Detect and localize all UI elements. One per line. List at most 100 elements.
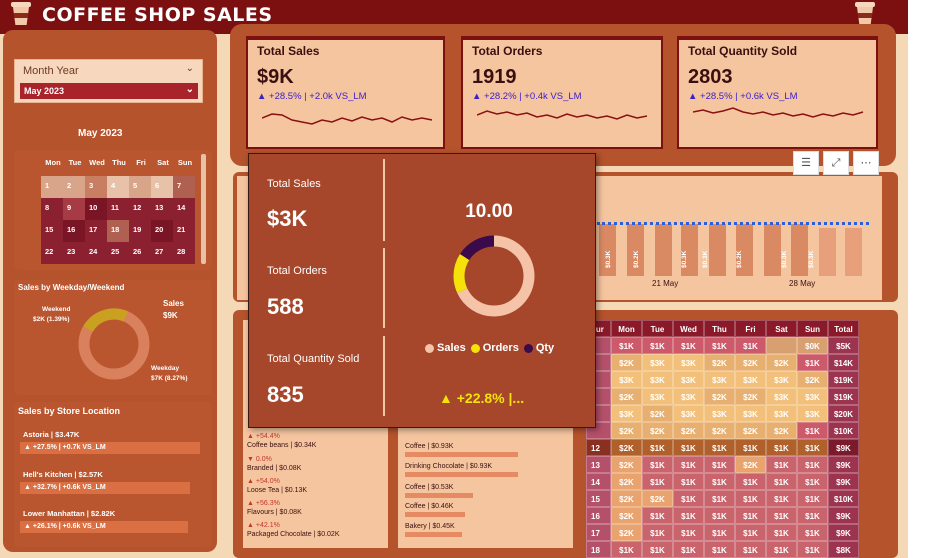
category-item[interactable]: ▲ +42.1% Packaged Chocolate | $0.02K — [247, 521, 340, 539]
legend-item[interactable]: Sales — [425, 342, 466, 354]
chart-bar[interactable] — [709, 224, 726, 276]
heatmap-cell[interactable]: $1K — [766, 456, 797, 473]
chart-bar[interactable] — [764, 224, 781, 276]
heatmap-cell[interactable]: $1K — [797, 507, 828, 524]
heatmap-cell[interactable]: $1K — [673, 337, 704, 354]
heatmap-cell[interactable]: $1K — [735, 507, 766, 524]
heatmap-cell[interactable]: $1K — [642, 456, 673, 473]
calendar-day[interactable]: 7 — [173, 176, 195, 198]
kpi-card-quantity[interactable]: Total Quantity Sold 2803 ▲ +28.5% | +0.6… — [677, 36, 878, 149]
heatmap-cell[interactable]: $3K — [735, 371, 766, 388]
heatmap-cell[interactable] — [766, 337, 797, 354]
heatmap-cell[interactable]: $9K — [828, 524, 859, 541]
heatmap-cell[interactable]: $1K — [673, 507, 704, 524]
heatmap-cell[interactable]: 14 — [586, 473, 611, 490]
heatmap-cell[interactable]: $10K — [828, 422, 859, 439]
heatmap-cell[interactable]: $3K — [673, 371, 704, 388]
calendar-day[interactable]: 2 — [63, 176, 85, 198]
heatmap-cell[interactable]: $1K — [766, 541, 797, 558]
heatmap-cell[interactable]: $2K — [642, 422, 673, 439]
heatmap-cell[interactable]: $2K — [704, 388, 735, 405]
calendar-day[interactable]: 21 — [173, 220, 195, 242]
heatmap-cell[interactable]: $3K — [673, 388, 704, 405]
heatmap-cell[interactable]: $3K — [611, 371, 642, 388]
heatmap-cell[interactable]: $2K — [642, 490, 673, 507]
calendar-day[interactable]: 25 — [107, 242, 129, 264]
heatmap-cell[interactable]: $1K — [797, 541, 828, 558]
heatmap-cell[interactable]: $1K — [766, 439, 797, 456]
calendar-day[interactable]: 20 — [151, 220, 173, 242]
calendar-day[interactable]: 13 — [151, 198, 173, 220]
heatmap-cell[interactable]: $1K — [704, 473, 735, 490]
calendar-day[interactable]: 23 — [63, 242, 85, 264]
chart-bar[interactable] — [845, 228, 862, 276]
heatmap-cell[interactable]: $2K — [797, 371, 828, 388]
focus-mode-icon[interactable]: ⤢ — [823, 151, 849, 175]
store-item[interactable]: Astoria | $3.47K ▲ +27.5% | +0.7k VS_LM — [20, 430, 200, 454]
heatmap-cell[interactable]: $2K — [704, 354, 735, 371]
calendar-day[interactable]: 24 — [85, 242, 107, 264]
store-item[interactable]: Lower Manhattan | $2.82K ▲ +26.1% | +0.6… — [20, 509, 200, 533]
store-item[interactable]: Hell's Kitchen | $2.57K ▲ +32.7% | +0.6k… — [20, 470, 200, 494]
heatmap-cell[interactable]: $2K — [611, 439, 642, 456]
heatmap-cell[interactable]: $1K — [797, 473, 828, 490]
heatmap-cell[interactable]: $1K — [673, 524, 704, 541]
chart-bar[interactable] — [819, 228, 836, 276]
heatmap-cell[interactable]: $2K — [704, 422, 735, 439]
heatmap-cell[interactable]: $3K — [797, 405, 828, 422]
heatmap-cell[interactable]: $1K — [797, 422, 828, 439]
heatmap-cell[interactable]: $1K — [642, 439, 673, 456]
heatmap-cell[interactable]: $3K — [735, 405, 766, 422]
heatmap-cell[interactable]: 17 — [586, 524, 611, 541]
heatmap-cell[interactable]: $1K — [704, 524, 735, 541]
heatmap-cell[interactable]: $1K — [735, 541, 766, 558]
heatmap-cell[interactable]: $14K — [828, 354, 859, 371]
heatmap-cell[interactable]: $3K — [642, 354, 673, 371]
heatmap-cell[interactable]: $3K — [611, 405, 642, 422]
heatmap-cell[interactable]: $3K — [704, 371, 735, 388]
heatmap-cell[interactable]: $1K — [642, 541, 673, 558]
heatmap-cell[interactable]: $2K — [735, 354, 766, 371]
heatmap-cell[interactable]: $1K — [642, 507, 673, 524]
heatmap-cell[interactable]: $3K — [704, 405, 735, 422]
heatmap-cell[interactable]: 12 — [586, 439, 611, 456]
heatmap-cell[interactable]: $2K — [611, 456, 642, 473]
heatmap-cell[interactable]: 18 — [586, 541, 611, 558]
calendar-day[interactable]: 14 — [173, 198, 195, 220]
heatmap-cell[interactable]: $0K — [797, 337, 828, 354]
heatmap-cell[interactable]: $1K — [673, 490, 704, 507]
heatmap-cell[interactable]: $1K — [642, 473, 673, 490]
heatmap-cell[interactable]: $2K — [735, 388, 766, 405]
heatmap-cell[interactable]: $1K — [766, 473, 797, 490]
heatmap-cell[interactable]: $3K — [766, 405, 797, 422]
heatmap-cell[interactable]: $1K — [735, 439, 766, 456]
calendar-day[interactable]: 8 — [41, 198, 63, 220]
heatmap-cell[interactable]: $2K — [735, 422, 766, 439]
heatmap-cell[interactable]: $9K — [828, 456, 859, 473]
heatmap-cell[interactable]: $1K — [704, 507, 735, 524]
heatmap-cell[interactable]: $1K — [735, 490, 766, 507]
calendar-day[interactable]: 9 — [63, 198, 85, 220]
category-item[interactable]: ▲ +54.0% Loose Tea | $0.13K — [247, 477, 307, 495]
heatmap-cell[interactable]: $1K — [797, 456, 828, 473]
heatmap-cell[interactable]: $2K — [611, 490, 642, 507]
product-item[interactable]: Bakery | $0.45K — [405, 523, 462, 537]
heatmap-cell[interactable]: $1K — [766, 490, 797, 507]
month-year-dropdown[interactable]: May 2023 ⌄ — [20, 83, 198, 99]
kpi-card-orders[interactable]: Total Orders 1919 ▲ +28.2% | +0.4k VS_LM — [461, 36, 663, 149]
chart-bar[interactable] — [655, 224, 672, 276]
heatmap-cell[interactable]: $2K — [611, 507, 642, 524]
calendar-day[interactable]: 3 — [85, 176, 107, 198]
heatmap-cell[interactable]: $5K — [828, 337, 859, 354]
heatmap-cell[interactable]: $1K — [611, 337, 642, 354]
heatmap-cell[interactable]: $2K — [735, 456, 766, 473]
heatmap-cell[interactable]: 16 — [586, 507, 611, 524]
calendar-day[interactable]: 1 — [41, 176, 63, 198]
heatmap-cell[interactable]: $1K — [797, 524, 828, 541]
heatmap-cell[interactable]: $20K — [828, 405, 859, 422]
heatmap-cell[interactable]: $1K — [642, 337, 673, 354]
heatmap-cell[interactable]: $8K — [828, 541, 859, 558]
heatmap-cell[interactable]: $1K — [735, 524, 766, 541]
heatmap-cell[interactable]: $1K — [704, 439, 735, 456]
product-item[interactable]: Drinking Chocolate | $0.93K — [405, 463, 518, 477]
